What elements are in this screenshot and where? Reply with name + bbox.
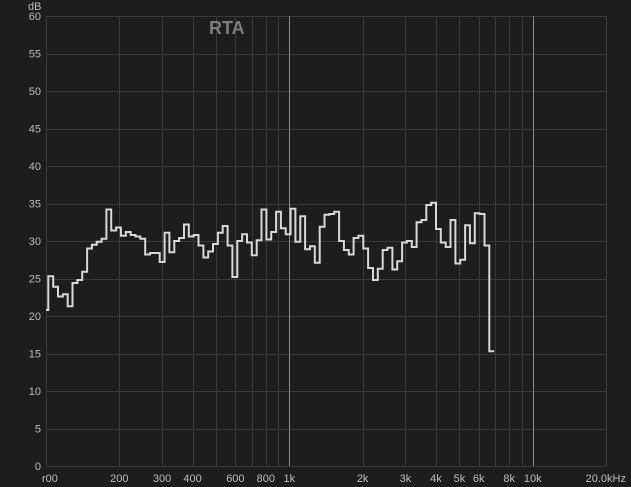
x-tick-label: 1k xyxy=(284,473,296,485)
minor-grid xyxy=(46,16,607,467)
x-tick-label: 4k xyxy=(430,473,442,485)
y-tick-label: 20 xyxy=(29,311,41,323)
x-tick-label: 20.0kHz xyxy=(586,473,626,485)
x-tick-label: 300 xyxy=(153,473,171,485)
x-tick-label: 10k xyxy=(524,473,542,485)
y-tick-label: 55 xyxy=(29,49,41,61)
chart-title: RTA xyxy=(209,18,245,38)
y-tick-label: 35 xyxy=(29,199,41,211)
rta-series-layer xyxy=(46,201,495,353)
rta-chart: 0 5 10 15 20 25 30 35 40 45 50 55 60 r00 200 300 400 600… xyxy=(0,0,631,487)
y-tick-label: 10 xyxy=(29,386,41,398)
x-tick-label: 2k xyxy=(357,473,369,485)
y-tick-label: 15 xyxy=(29,349,41,361)
y-tick-label: 45 xyxy=(29,124,41,136)
rta-series-line xyxy=(46,201,495,353)
x-tick-label: 8k xyxy=(503,473,515,485)
y-axis-label: dB xyxy=(28,1,41,13)
x-tick-label: 3k xyxy=(400,473,412,485)
x-tick-label: 200 xyxy=(110,473,128,485)
y-axis-tick-labels: 051015202530354045505560 xyxy=(29,11,41,473)
y-tick-label: 40 xyxy=(29,161,41,173)
y-tick-label: 50 xyxy=(29,86,41,98)
x-axis-tick-labels: r00 200 300 400 600 800 1k 2k 3k 4k 5k 6k 8k 10k 20.0k… xyxy=(42,473,626,485)
y-tick-label: 0 xyxy=(35,461,41,473)
x-tick-label: 400 xyxy=(183,473,201,485)
y-tick-label: 5 xyxy=(35,424,41,436)
x-tick-label: r00 xyxy=(42,473,58,485)
y-tick-label: 25 xyxy=(29,274,41,286)
x-tick-label: 800 xyxy=(257,473,275,485)
x-tick-label: 6k xyxy=(473,473,485,485)
y-tick-label: 30 xyxy=(29,236,41,248)
x-tick-label: 600 xyxy=(226,473,244,485)
x-tick-label: 5k xyxy=(454,473,466,485)
rta-chart-canvas: 051015202530354045505560 r00 200 300 400 600… xyxy=(28,1,626,485)
